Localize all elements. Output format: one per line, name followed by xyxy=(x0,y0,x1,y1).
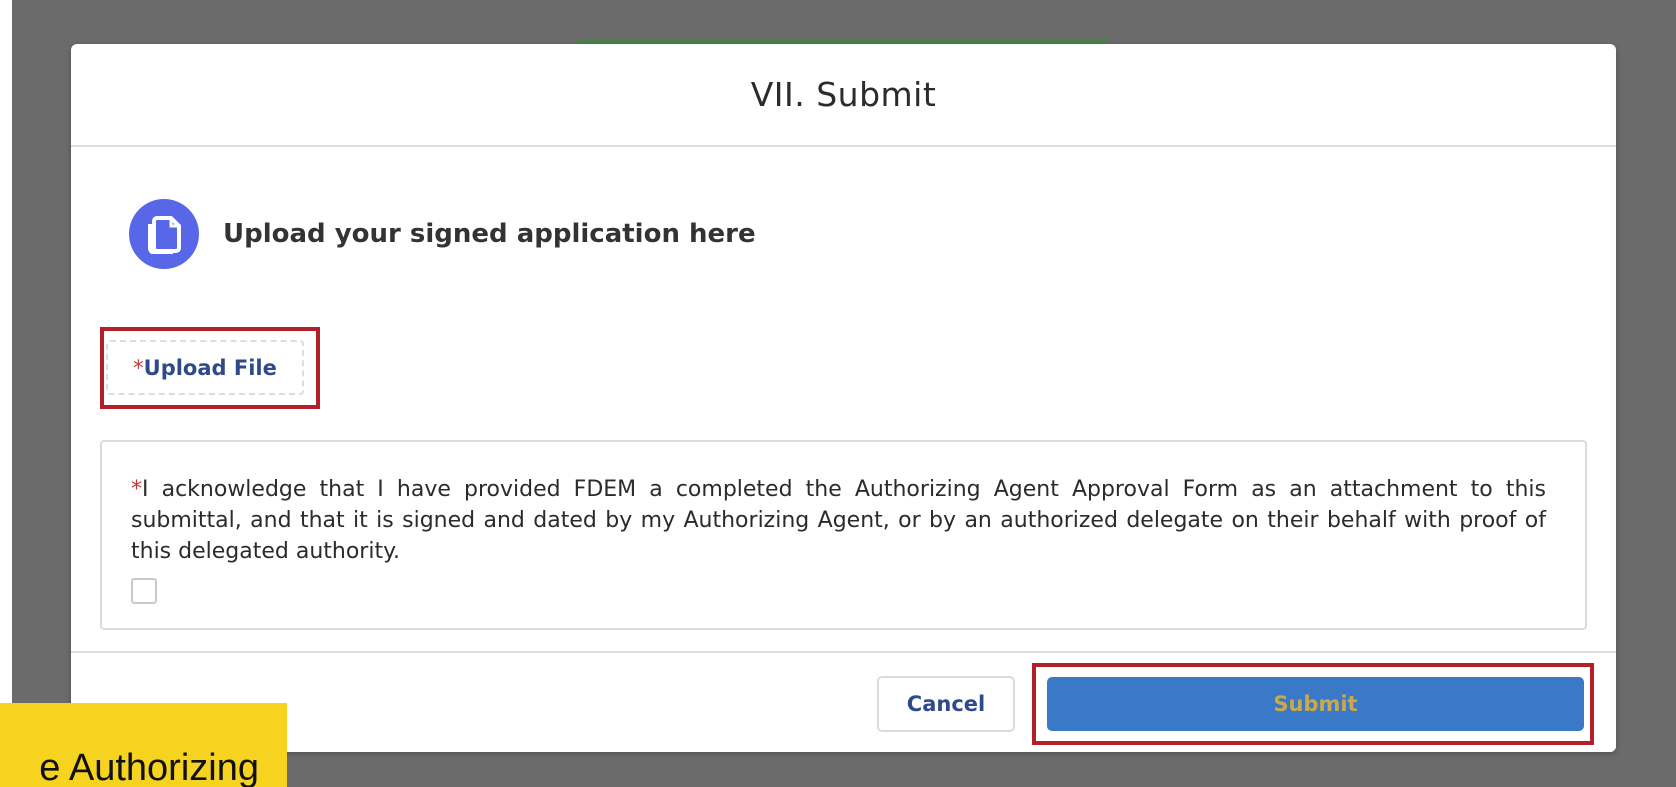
caption-banner: e Authorizing xyxy=(0,703,287,787)
acknowledgement-checkbox[interactable] xyxy=(131,578,157,604)
acknowledgement-statement: I acknowledge that I have provided FDEM … xyxy=(131,477,1546,564)
document-copy-icon xyxy=(129,199,199,269)
required-marker: * xyxy=(133,355,144,380)
upload-file-button[interactable]: * Upload File xyxy=(106,340,304,395)
upload-section-title: Upload your signed application here xyxy=(223,219,756,249)
modal-header: VII. Submit xyxy=(71,44,1616,147)
modal-body: Upload your signed application here * Upl… xyxy=(71,147,1616,651)
acknowledgement-panel: *I acknowledge that I have provided FDEM… xyxy=(100,440,1587,630)
caption-text: e Authorizing xyxy=(39,747,259,787)
acknowledgement-text: *I acknowledge that I have provided FDEM… xyxy=(131,474,1546,567)
required-marker: * xyxy=(131,477,142,502)
submit-button[interactable]: Submit xyxy=(1047,677,1584,731)
modal-footer: Cancel Submit xyxy=(71,651,1616,752)
upload-section-header: Upload your signed application here xyxy=(129,199,756,269)
modal-title: VII. Submit xyxy=(750,75,937,114)
submit-modal: VII. Submit Upload your signed applicati… xyxy=(71,44,1616,752)
upload-file-label: Upload File xyxy=(143,355,277,380)
cancel-button[interactable]: Cancel xyxy=(877,676,1015,732)
